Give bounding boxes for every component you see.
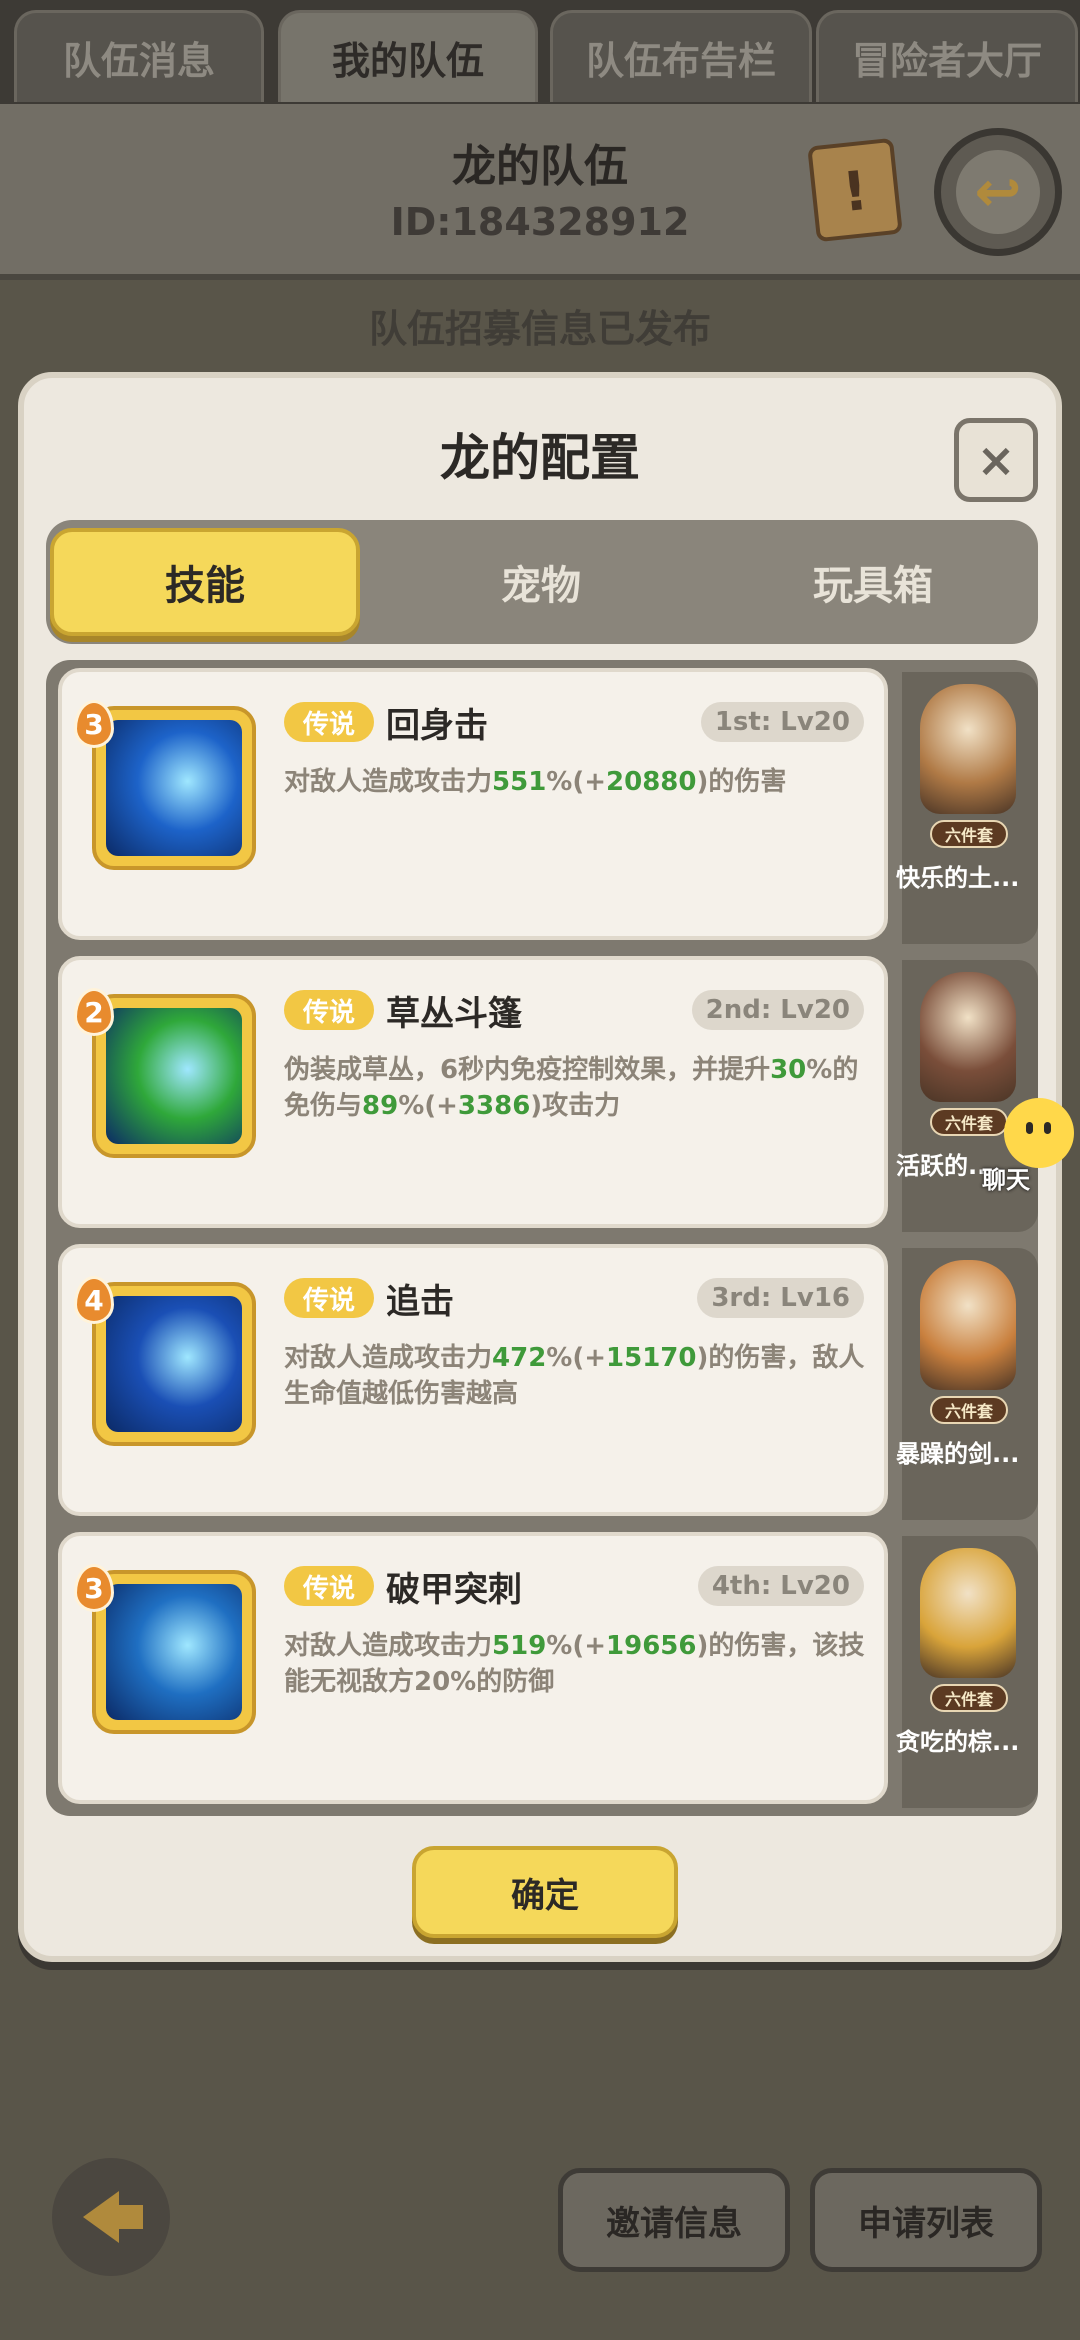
skill-value: 20880 — [606, 767, 697, 797]
tab-skills[interactable]: 技能 — [50, 528, 360, 636]
skill-text: 对敌人造成攻击力 — [284, 767, 493, 797]
pet-slot[interactable]: 六件套 贪吃的棕... — [896, 1536, 1038, 1808]
skill-value: 472 — [492, 1343, 547, 1373]
skill-icon — [106, 1584, 242, 1720]
pet-slot[interactable]: 六件套 暴躁的剑... — [896, 1248, 1038, 1520]
team-header: 龙的队伍 ID:184328912 ! ↩ — [0, 104, 1080, 280]
notice-scroll-icon[interactable]: ! — [807, 137, 903, 243]
skill-text: %(+ — [546, 1343, 607, 1373]
skill-description: 伪装成草丛，6秒内免疫控制效果，并提升30%的免伤与89%(+3386)攻击力 — [284, 1052, 874, 1124]
skill-card[interactable]: 4 传说 追击 3rd: Lv16 对敌人造成攻击力472%(+15170)的伤… — [58, 1244, 888, 1516]
skill-slot-level: 3rd: Lv16 — [697, 1278, 864, 1318]
pet-name: 快乐的土... — [896, 864, 1020, 892]
pet-figure — [920, 1548, 1016, 1678]
tab-team-messages[interactable]: 队伍消息 — [14, 10, 264, 102]
pet-figure — [920, 684, 1016, 814]
skill-text: )攻击力 — [530, 1091, 621, 1121]
leave-team-button[interactable]: ↩ — [934, 128, 1062, 256]
dialog-title: 龙的配置 — [440, 429, 640, 487]
tab-pets[interactable]: 宠物 — [386, 528, 696, 636]
skill-text: %(+ — [398, 1091, 458, 1121]
skill-value: 89 — [362, 1091, 399, 1121]
pet-figure — [920, 972, 1016, 1102]
skill-description: 对敌人造成攻击力551%(+20880)的伤害 — [284, 764, 874, 800]
rarity-tag: 传说 — [284, 1278, 374, 1318]
skill-slot-level: 2nd: Lv20 — [691, 990, 864, 1030]
skill-description: 对敌人造成攻击力519%(+19656)的伤害，该技能无视敌方20%的防御 — [284, 1628, 874, 1700]
skill-icon — [106, 720, 242, 856]
skill-icon-frame — [92, 706, 256, 870]
skill-icon — [106, 1296, 242, 1432]
skill-value: 15170 — [606, 1343, 697, 1373]
skill-value: 3386 — [457, 1091, 531, 1121]
skill-card[interactable]: 2 传说 草丛斗篷 2nd: Lv20 伪装成草丛，6秒内免疫控制效果，并提升3… — [58, 956, 888, 1228]
skill-name: 回身击 — [386, 706, 488, 746]
team-name: 龙的队伍 — [452, 141, 628, 192]
back-arrow-icon — [83, 2191, 143, 2243]
skill-name: 草丛斗篷 — [386, 994, 522, 1034]
tab-adventurer-hall[interactable]: 冒险者大厅 — [816, 10, 1078, 102]
config-tab-bar: 技能 宠物 玩具箱 — [46, 520, 1038, 644]
team-id: ID:184328912 — [390, 200, 690, 244]
chat-emoji-icon — [1004, 1098, 1074, 1168]
tab-team-board[interactable]: 队伍布告栏 — [550, 10, 812, 102]
pet-name: 贪吃的棕... — [896, 1728, 1020, 1756]
top-tab-bar: 队伍消息 我的队伍 队伍布告栏 冒险者大厅 — [0, 0, 1080, 104]
skill-value: 19656 — [606, 1631, 697, 1661]
skill-icon-frame — [92, 1570, 256, 1734]
chat-button[interactable]: 聊天 — [968, 1090, 1078, 1200]
exit-icon: ↩ — [956, 150, 1040, 234]
pet-set-badge: 六件套 — [930, 1684, 1008, 1712]
rarity-tag: 传说 — [284, 702, 374, 742]
skill-name: 破甲突刺 — [386, 1570, 522, 1610]
tab-my-team[interactable]: 我的队伍 — [278, 10, 538, 102]
skill-value: 30 — [770, 1055, 807, 1085]
config-dialog: 龙的配置 × 技能 宠物 玩具箱 六件套 快乐的土... 3 传说 回身击 1s… — [18, 372, 1062, 1962]
skill-text: %(+ — [546, 1631, 607, 1661]
pet-slot[interactable]: 六件套 快乐的土... — [896, 672, 1038, 944]
invite-info-button[interactable]: 邀请信息 — [558, 2168, 790, 2272]
skill-text: 对敌人造成攻击力 — [284, 1343, 493, 1373]
pet-name: 暴躁的剑... — [896, 1440, 1020, 1468]
skill-slot-level: 1st: Lv20 — [700, 702, 864, 742]
skill-card[interactable]: 3 传说 回身击 1st: Lv20 对敌人造成攻击力551%(+20880)的… — [58, 668, 888, 940]
tab-toybox[interactable]: 玩具箱 — [718, 528, 1028, 636]
skill-slot-level: 4th: Lv20 — [697, 1566, 864, 1606]
application-list-button[interactable]: 申请列表 — [810, 2168, 1042, 2272]
confirm-button[interactable]: 确定 — [412, 1846, 678, 1938]
rarity-tag: 传说 — [284, 990, 374, 1030]
skill-description: 对敌人造成攻击力472%(+15170)的伤害，敌人生命值越低伤害越高 — [284, 1340, 874, 1412]
back-button[interactable] — [52, 2158, 170, 2276]
skill-icon — [106, 1008, 242, 1144]
skill-text: 伪装成草丛，6秒内免疫控制效果，并提升 — [284, 1055, 771, 1085]
chat-label: 聊天 — [982, 1166, 1030, 1194]
skill-text: )的伤害 — [696, 767, 787, 797]
recruit-status-text: 队伍招募信息已发布 — [368, 307, 711, 351]
pet-figure — [920, 1260, 1016, 1390]
rarity-tag: 传说 — [284, 1566, 374, 1606]
close-button[interactable]: × — [954, 418, 1038, 502]
skill-text: %(+ — [546, 767, 607, 797]
skill-value: 519 — [492, 1631, 547, 1661]
skill-icon-frame — [92, 994, 256, 1158]
pet-set-badge: 六件套 — [930, 820, 1008, 848]
skill-text: 对敌人造成攻击力 — [284, 1631, 493, 1661]
skill-card[interactable]: 3 传说 破甲突刺 4th: Lv20 对敌人造成攻击力519%(+19656)… — [58, 1532, 888, 1804]
skill-name: 追击 — [386, 1282, 454, 1322]
skill-icon-frame — [92, 1282, 256, 1446]
skill-value: 551 — [492, 767, 547, 797]
skills-panel: 六件套 快乐的土... 3 传说 回身击 1st: Lv20 对敌人造成攻击力5… — [46, 660, 1038, 1816]
pet-set-badge: 六件套 — [930, 1396, 1008, 1424]
